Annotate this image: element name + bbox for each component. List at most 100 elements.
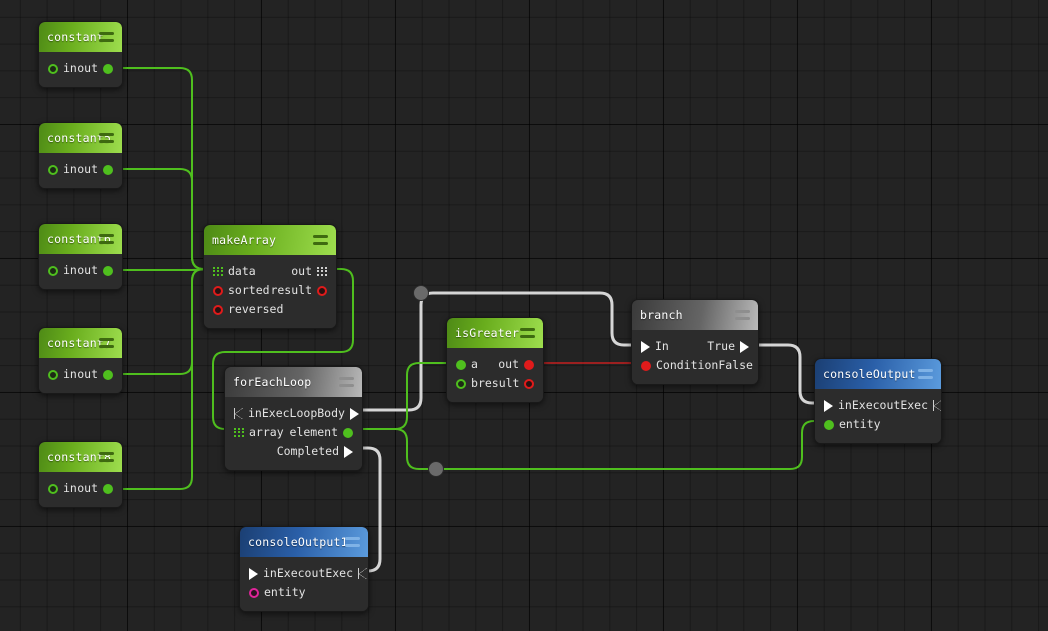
output-port-label: out [77, 366, 98, 381]
output-port-group: outExec [305, 567, 368, 580]
node-menu-icon[interactable] [345, 537, 360, 547]
input-port-label: sorted [228, 282, 270, 297]
input-port-inexec-icon[interactable] [234, 408, 243, 419]
node-menu-icon[interactable] [520, 328, 535, 338]
output-port-completed-icon[interactable] [344, 445, 353, 458]
input-port-in-icon[interactable] [48, 164, 58, 175]
output-port-element-icon[interactable] [343, 427, 353, 438]
node-constant6[interactable]: constant6 in out [38, 223, 123, 290]
input-port-data-icon[interactable] [213, 266, 223, 277]
node-menu-icon[interactable] [735, 310, 750, 320]
output-port-out-icon[interactable] [103, 369, 113, 380]
input-port-group: b [456, 375, 478, 390]
port-row: in out [39, 479, 122, 498]
node-branch[interactable]: branch In True Condition False [631, 299, 759, 385]
node-header-consoleOutput[interactable]: consoleOutput [815, 359, 941, 389]
node-consoleOutput[interactable]: consoleOutput inExec outExec entity [814, 358, 942, 444]
input-port-in-icon[interactable] [48, 63, 58, 74]
input-port-inexec-icon[interactable] [824, 399, 833, 412]
input-port-group: inExec [234, 407, 290, 420]
knot-element-reroute[interactable] [428, 461, 444, 477]
input-port-label: b [471, 375, 478, 390]
node-body-constant5: in out [39, 153, 122, 188]
input-port-inexec-icon[interactable] [249, 567, 258, 580]
output-port-true-icon[interactable] [740, 340, 749, 353]
input-port-label: in [63, 262, 77, 277]
output-port-out-icon[interactable] [103, 483, 113, 494]
input-port-label: a [471, 356, 478, 371]
output-port-loopbody-icon[interactable] [349, 407, 359, 420]
output-port-false-icon[interactable] [757, 360, 758, 371]
node-constant[interactable]: constant in out [38, 21, 123, 88]
node-graph-canvas[interactable]: constant in out constant5 in out constant6 in ou… [0, 0, 1048, 631]
node-constant7[interactable]: constant7 in out [38, 327, 123, 394]
wire-constant8-to-makeArray[interactable] [118, 268, 215, 490]
node-menu-icon[interactable] [99, 338, 114, 348]
node-forEachLoop[interactable]: forEachLoop inExec LoopBody array element Com… [224, 366, 363, 471]
node-header-constant7[interactable]: constant7 [39, 328, 122, 358]
node-header-constant6[interactable]: constant6 [39, 224, 122, 254]
node-menu-icon[interactable] [339, 377, 354, 387]
node-isGreater[interactable]: isGreater a out b result [446, 317, 544, 403]
wire-constant5-to-makeArray[interactable] [118, 168, 215, 270]
node-header-constant8[interactable]: constant8 [39, 442, 122, 472]
node-constant8[interactable]: constant8 in out [38, 441, 123, 508]
output-port-out-icon[interactable] [103, 265, 113, 276]
input-port-in-icon[interactable] [48, 483, 58, 494]
output-port-outexec-icon[interactable] [933, 400, 941, 411]
output-port-result-icon[interactable] [317, 285, 327, 296]
input-port-reversed-icon[interactable] [213, 304, 223, 315]
input-port-in-icon[interactable] [48, 369, 58, 380]
input-port-label: array [249, 424, 284, 439]
wire-constant-to-makeArray[interactable] [118, 67, 215, 270]
output-port-out-icon[interactable] [317, 266, 327, 277]
input-port-in-icon[interactable] [641, 340, 650, 353]
input-port-in-icon[interactable] [48, 265, 58, 276]
node-menu-icon[interactable] [99, 133, 114, 143]
node-body-makeArray: data out sorted result reversed [204, 255, 336, 328]
node-consoleOutput1[interactable]: consoleOutput1 inExec outExec entity [239, 526, 369, 612]
input-port-label: in [63, 366, 77, 381]
wire-branch-true-to-consoleOutput-inExec[interactable] [753, 343, 824, 405]
wire-forEachLoop-element-to-consoleOutput-entity[interactable] [356, 420, 823, 470]
node-header-constant5[interactable]: constant5 [39, 123, 122, 153]
wire-constant7-to-makeArray[interactable] [118, 268, 215, 375]
input-port-entity-icon[interactable] [824, 419, 834, 430]
node-body-constant: in out [39, 52, 122, 87]
input-port-b-icon[interactable] [456, 378, 466, 389]
node-body-branch: In True Condition False [632, 330, 758, 384]
node-menu-icon[interactable] [918, 369, 933, 379]
node-menu-icon[interactable] [99, 32, 114, 42]
output-port-out-icon[interactable] [524, 359, 534, 370]
input-port-entity-icon[interactable] [249, 587, 259, 598]
node-constant5[interactable]: constant5 in out [38, 122, 123, 189]
input-port-group: In [641, 340, 669, 353]
output-port-out-icon[interactable] [103, 63, 113, 74]
node-body-consoleOutput1: inExec outExec entity [240, 557, 368, 611]
input-port-a-icon[interactable] [456, 359, 466, 370]
node-menu-icon[interactable] [313, 235, 328, 245]
output-port-out-icon[interactable] [103, 164, 113, 175]
node-header-forEachLoop[interactable]: forEachLoop [225, 367, 362, 397]
node-header-makeArray[interactable]: makeArray [204, 225, 336, 255]
node-header-branch[interactable]: branch [632, 300, 758, 330]
node-header-isGreater[interactable]: isGreater [447, 318, 543, 348]
input-port-sorted-icon[interactable] [213, 285, 223, 296]
input-port-group: in [48, 366, 77, 381]
output-port-result-icon[interactable] [524, 378, 535, 389]
node-menu-icon[interactable] [99, 234, 114, 244]
wire-forEachLoop-element-to-isGreater-a[interactable] [356, 362, 457, 430]
node-header-consoleOutput1[interactable]: consoleOutput1 [240, 527, 368, 557]
input-port-label: inExec [838, 397, 880, 412]
input-port-condition-icon[interactable] [641, 360, 651, 371]
node-header-constant[interactable]: constant [39, 22, 122, 52]
wire-constant6-to-makeArray[interactable] [118, 268, 215, 271]
node-makeArray[interactable]: makeArray data out sorted result reversed [203, 224, 337, 329]
port-row: entity [240, 583, 368, 602]
knot-exec-reroute[interactable] [413, 285, 429, 301]
node-menu-icon[interactable] [99, 452, 114, 462]
input-port-array-icon[interactable] [234, 427, 244, 438]
output-port-outexec-icon[interactable] [358, 568, 368, 579]
input-port-group: in [48, 62, 77, 75]
port-row: array element [225, 423, 362, 442]
